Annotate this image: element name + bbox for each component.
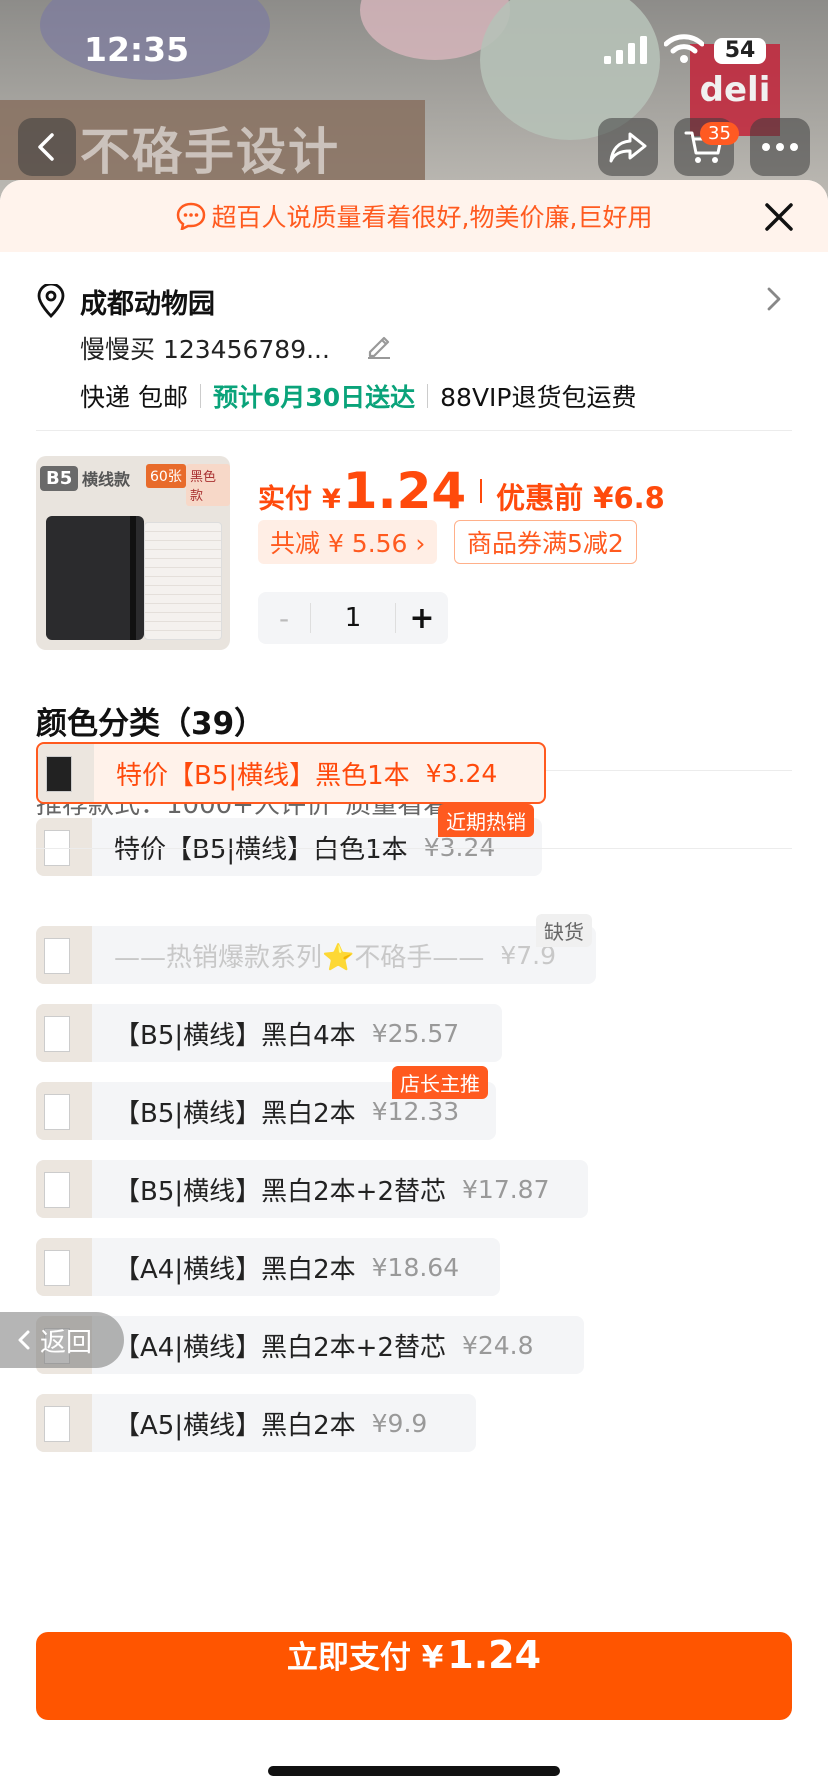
status-time: 12:35	[84, 30, 190, 69]
sku-name: 【A4|横线】黑白2本+2替芯	[114, 1332, 446, 1363]
sku-thumbnail	[36, 1160, 92, 1218]
sku-option[interactable]: 【B5|横线】黑白4本 ¥25.57	[36, 1004, 502, 1062]
location-pin-icon	[37, 284, 65, 318]
sku-name: 【A5|横线】黑白2本	[114, 1410, 356, 1441]
review-notice-text: 超百人说质量看着很好,物美价廉,巨好用	[211, 203, 653, 232]
sku-selection-sheet: 超百人说质量看着很好,物美价廉,巨好用 成都动物园 慢慢买 123456789.…	[0, 180, 828, 1792]
quantity-value[interactable]: 1	[310, 603, 396, 633]
coupon-chip[interactable]: 商品券满5减2	[454, 520, 637, 564]
discount-detail-chip[interactable]: 共减 ¥ 5.56 ›	[258, 520, 438, 564]
shipping-method: 快递 包邮	[80, 383, 188, 412]
sku-option[interactable]: 【A4|横线】黑白2本 ¥18.64	[36, 1238, 500, 1296]
sku-thumbnail	[36, 1082, 92, 1140]
sku-tag: 缺货	[536, 914, 592, 947]
back-button[interactable]	[18, 118, 76, 176]
sku-price: ¥24.8	[461, 1330, 534, 1360]
sku-thumbnail	[36, 926, 92, 984]
quantity-stepper: - 1 +	[258, 592, 448, 644]
vip-return-note: 88VIP退货包运费	[440, 383, 637, 412]
sku-price: ¥3.24	[425, 758, 498, 788]
sku-price: ¥9.9	[371, 1408, 428, 1438]
battery-indicator: 54	[714, 38, 766, 64]
chevron-right-icon[interactable]	[762, 284, 786, 314]
divider	[36, 848, 792, 849]
thumb-badge: 60张	[146, 464, 186, 488]
more-button[interactable]	[750, 118, 810, 176]
floating-back-label: 返回	[40, 1327, 93, 1358]
product-thumbnail[interactable]: B5 横线款 60张 黑色款	[36, 456, 230, 650]
increase-button[interactable]: +	[396, 601, 448, 636]
original-price: 优惠前 ¥6.8	[496, 481, 665, 515]
recipient-info: 慢慢买 123456789...	[80, 335, 330, 364]
sku-thumbnail	[38, 744, 94, 802]
wifi-icon	[664, 34, 704, 63]
sku-name: 【B5|横线】黑白2本	[114, 1098, 356, 1129]
sku-name: 【A4|横线】黑白2本	[114, 1254, 356, 1285]
back-icon	[38, 133, 54, 161]
sku-price: ¥18.64	[371, 1252, 460, 1282]
decrease-button[interactable]: -	[258, 602, 310, 635]
thumb-label: 横线款	[82, 470, 131, 489]
sku-thumbnail	[36, 1394, 92, 1452]
sku-name: ——热销爆款系列⭐不硌手——	[114, 942, 485, 973]
thumb-badge: 黑色款	[186, 464, 230, 506]
sku-thumbnail	[36, 818, 92, 876]
sku-option[interactable]: 特价【B5|横线】黑色1本 ¥3.24	[36, 742, 546, 804]
shipping-row: 快递 包邮 预计6月30日送达 88VIP退货包运费	[80, 378, 637, 414]
share-button[interactable]	[598, 118, 658, 176]
sku-tag: 近期热销	[438, 804, 534, 837]
home-indicator	[268, 1766, 560, 1776]
thumb-size-tag: B5	[40, 466, 79, 491]
sku-name: 特价【B5|横线】黑色1本	[116, 760, 410, 791]
floating-back-button[interactable]: 返回	[0, 1312, 124, 1368]
pay-label: 实付	[258, 484, 312, 515]
close-icon[interactable]	[758, 196, 800, 238]
sku-price: ¥17.87	[462, 1174, 550, 1204]
divider	[36, 430, 792, 431]
pay-button-amount: 1.24	[447, 1633, 542, 1677]
sku-thumbnail	[36, 1004, 92, 1062]
cart-count-badge: 35	[700, 122, 739, 145]
hero-ghost-text: 不硌手设计	[80, 123, 340, 181]
sku-price: ¥12.33	[371, 1096, 460, 1126]
sku-tag: 店长主推	[392, 1066, 488, 1099]
currency-symbol: ¥	[322, 484, 341, 515]
edit-icon[interactable]	[364, 330, 394, 360]
address-name[interactable]: 成都动物园	[80, 282, 215, 321]
sku-name: 【B5|横线】黑白2本+2替芯	[114, 1176, 447, 1207]
delivery-eta: 预计6月30日送达	[212, 383, 416, 412]
sku-price: ¥25.57	[371, 1018, 460, 1048]
sku-name: 特价【B5|横线】白色1本	[114, 834, 408, 865]
pay-button-label: 立即支付 ¥	[286, 1640, 444, 1676]
review-notice-bar: 超百人说质量看着很好,物美价廉,巨好用	[0, 180, 828, 252]
chat-icon	[176, 202, 205, 230]
share-icon	[609, 132, 647, 163]
sku-option[interactable]: 【B5|横线】黑白2本+2替芯 ¥17.87	[36, 1160, 588, 1218]
chevron-left-icon	[18, 1330, 30, 1350]
sku-option-disabled[interactable]: ——热销爆款系列⭐不硌手—— ¥7.9	[36, 926, 596, 984]
sku-option[interactable]: 【A5|横线】黑白2本 ¥9.9	[36, 1394, 476, 1452]
section-title: 颜色分类（39）	[36, 706, 266, 742]
more-icon	[762, 143, 798, 151]
pay-price: 1.24	[342, 462, 467, 520]
sku-name: 【B5|横线】黑白4本	[114, 1020, 356, 1051]
sku-thumbnail	[36, 1238, 92, 1296]
signal-icon	[604, 36, 647, 64]
price-row: 实付 ¥ 1.24 优惠前 ¥6.8	[258, 462, 665, 520]
pay-now-button[interactable]: 立即支付 ¥ 1.24	[36, 1632, 792, 1720]
